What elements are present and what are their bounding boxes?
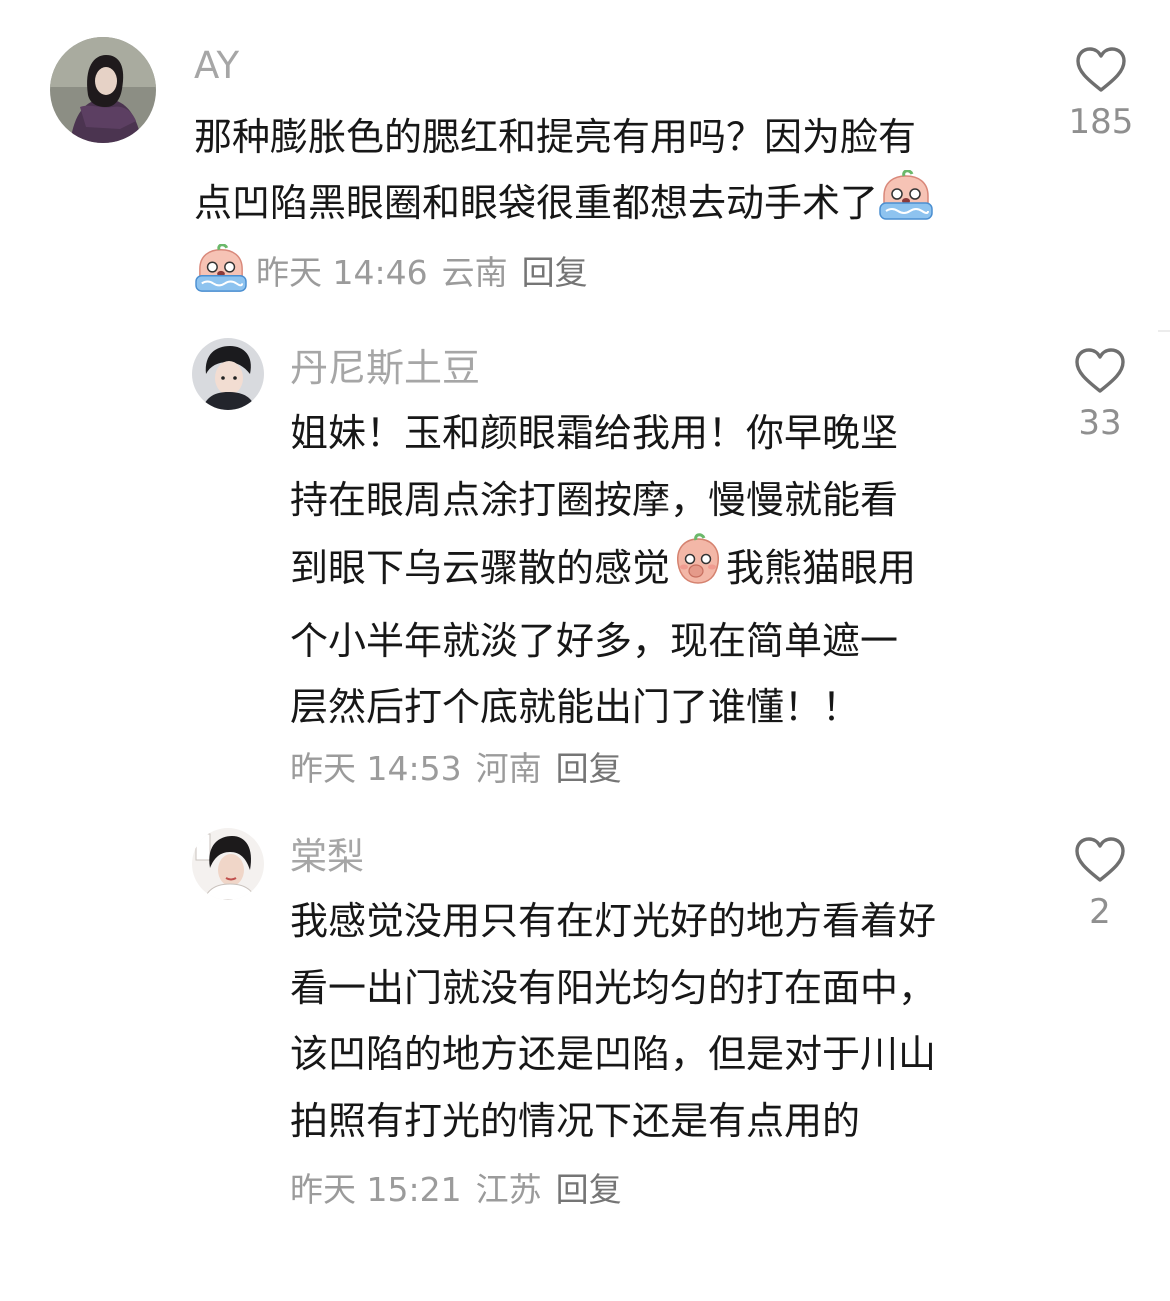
- comment-line: 那种膨胀色的腮红和提亮有用吗？因为脸有: [194, 115, 917, 159]
- reply-button[interactable]: 回复: [556, 1170, 622, 1209]
- like-count: 2: [1089, 892, 1111, 932]
- comment-location: 江苏: [475, 1170, 542, 1209]
- like-count: 33: [1078, 403, 1122, 443]
- comment-line: 持在眼周点涂打圈按摩，慢慢就能看: [290, 477, 899, 522]
- heart-outline-icon: [1075, 348, 1125, 393]
- shy-face-emoji: [670, 533, 726, 608]
- divider: [1158, 330, 1170, 332]
- comment-line: 层然后打个底就能出门了谁懂！！: [290, 685, 861, 729]
- comment-location: 云南: [441, 253, 508, 292]
- comment-meta: 昨天 14:46 云南 回复: [194, 243, 588, 303]
- username[interactable]: 丹尼斯土豆: [290, 345, 480, 391]
- comment-meta: 昨天 15:21 江苏 回复: [290, 1170, 622, 1210]
- comment-line: 姐妹！玉和颜眼霜给我用！你早晚坚: [290, 411, 899, 455]
- avatar[interactable]: [192, 828, 264, 900]
- comment-text: 我感觉没用只有在灯光好的地方看着好 看一出门就没有阳光均匀的打在面中， 该凹陷的…: [290, 888, 936, 1154]
- comment-line: 个小半年就淡了好多，现在简单遮一: [290, 618, 899, 663]
- crying-face-emoji: [194, 243, 248, 303]
- comment-text: 那种膨胀色的腮红和提亮有用吗？因为脸有 点凹陷黑眼圈和眼袋很重都想去动手术了: [194, 104, 934, 242]
- heart-outline-icon: [1076, 47, 1126, 92]
- comment-time: 昨天 14:46: [256, 253, 428, 292]
- reply-button[interactable]: 回复: [556, 749, 622, 788]
- comment-line: 该凹陷的地方还是凹陷，但是对于川山: [290, 1032, 937, 1076]
- like-button[interactable]: 185: [1051, 46, 1151, 142]
- comment-meta: 昨天 14:53 河南 回复: [290, 749, 622, 789]
- username[interactable]: AY: [194, 44, 239, 88]
- avatar[interactable]: [50, 37, 156, 143]
- like-button[interactable]: 33: [1050, 347, 1150, 443]
- crying-face-emoji: [878, 169, 934, 242]
- comment-text: 姐妹！玉和颜眼霜给我用！你早晚坚 持在眼周点涂打圈按摩，慢慢就能看 到眼下乌云骤…: [290, 400, 916, 741]
- comment-line: 到眼下乌云骤散的感觉 我熊猫眼用: [290, 533, 916, 608]
- like-button[interactable]: 2: [1050, 836, 1150, 932]
- comment-line: 看一出门就没有阳光均匀的打在面中，: [290, 965, 937, 1010]
- comment-line: 拍照有打光的情况下还是有点用的: [290, 1098, 861, 1143]
- avatar[interactable]: [192, 338, 264, 410]
- comment-line: 点凹陷黑眼圈和眼袋很重都想去动手术了: [194, 169, 934, 242]
- username[interactable]: 棠梨: [290, 834, 364, 880]
- comment-time: 昨天 15:21: [290, 1170, 462, 1209]
- comment-line: 我感觉没用只有在灯光好的地方看着好: [290, 899, 937, 943]
- comment-1: AY 那种膨胀色的腮红和提亮有用吗？因为脸有 点凹陷黑眼圈和眼袋很重都想去动手术…: [0, 0, 1170, 300]
- comment-location: 河南: [475, 749, 542, 788]
- like-count: 185: [1068, 102, 1134, 142]
- heart-outline-icon: [1075, 837, 1125, 882]
- comment-time: 昨天 14:53: [290, 749, 462, 788]
- reply-button[interactable]: 回复: [522, 253, 588, 292]
